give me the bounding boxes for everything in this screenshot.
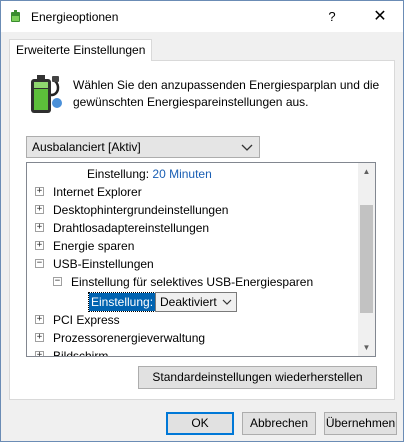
vertical-scrollbar[interactable]: ▲ ▼: [358, 163, 375, 356]
scroll-thumb[interactable]: [360, 205, 373, 313]
setting-label: Einstellung:: [87, 167, 150, 181]
expand-icon[interactable]: +: [35, 241, 44, 250]
power-plan-value: Ausbalanciert [Aktiv]: [32, 140, 141, 154]
usb-setting-value: Deaktiviert: [160, 295, 217, 309]
expand-icon[interactable]: +: [35, 205, 44, 214]
tree-item-wireless-adapter[interactable]: + Drahtlosadaptereinstellungen: [35, 219, 209, 237]
tree-item-label: USB-Einstellungen: [53, 257, 154, 271]
intro-text: Wählen Sie den anzupassenden Energiespar…: [73, 78, 380, 109]
scroll-up-icon[interactable]: ▲: [358, 163, 375, 180]
close-button[interactable]: ✕: [363, 4, 397, 29]
expand-icon[interactable]: +: [35, 351, 44, 356]
tree-item-processor-power[interactable]: + Prozessorenergieverwaltung: [35, 329, 205, 347]
chevron-down-icon: [241, 144, 253, 151]
tree-item-energy-saving[interactable]: + Energie sparen: [35, 237, 134, 255]
title-bar: Energieoptionen ? ✕: [1, 1, 403, 32]
window-title: Energieoptionen: [31, 10, 119, 24]
battery-plug-icon: [31, 75, 62, 113]
tree-item-usb-selective-suspend[interactable]: − Einstellung für selektives USB-Energie…: [53, 273, 313, 291]
collapse-icon[interactable]: −: [53, 277, 62, 286]
settings-tree[interactable]: Einstellung: 20 Minuten + Internet Explo…: [26, 162, 376, 357]
tree-item-display[interactable]: + Bildschirm: [35, 347, 109, 357]
collapse-icon[interactable]: −: [35, 259, 44, 268]
setting-value-link[interactable]: 20 Minuten: [152, 167, 211, 181]
energy-options-dialog: Energieoptionen ? ✕ Erweiterte Einstellu…: [0, 0, 404, 442]
apply-button[interactable]: Übernehmen: [324, 412, 397, 435]
tree-item-label: Einstellung für selektives USB-Energiesp…: [71, 275, 314, 289]
tree-item-label: Energie sparen: [53, 239, 135, 253]
expand-icon[interactable]: +: [35, 315, 44, 324]
tree-item-label: Desktophintergrundeinstellungen: [53, 203, 229, 217]
tree-item-pci-express[interactable]: + PCI Express: [35, 311, 120, 329]
tree-item-label: Internet Explorer: [53, 185, 142, 199]
tree-item-label: Drahtlosadaptereinstellungen: [53, 221, 210, 235]
expand-icon[interactable]: +: [35, 187, 44, 196]
restore-defaults-button[interactable]: Standardeinstellungen wiederherstellen: [138, 366, 377, 389]
usb-setting-select[interactable]: Deaktiviert: [155, 292, 237, 312]
usb-setting-label: Einstellung:: [87, 292, 157, 312]
power-options-icon: [11, 10, 20, 22]
ok-button[interactable]: OK: [166, 412, 234, 435]
tab-advanced-settings[interactable]: Erweiterte Einstellungen: [9, 39, 153, 61]
expand-icon[interactable]: +: [35, 333, 44, 342]
tree-item-desktop-background[interactable]: + Desktophintergrundeinstellungen: [35, 201, 228, 219]
scroll-down-icon[interactable]: ▼: [358, 339, 375, 356]
tree-item-label: Prozessorenergieverwaltung: [53, 331, 206, 345]
tree-item-label: Bildschirm: [53, 349, 109, 357]
cancel-button[interactable]: Abbrechen: [242, 412, 316, 435]
chevron-down-icon: [222, 299, 232, 305]
expand-icon[interactable]: +: [35, 223, 44, 232]
tree-item-label: PCI Express: [53, 313, 120, 327]
power-plan-select[interactable]: Ausbalanciert [Aktiv]: [26, 136, 260, 158]
tree-item-usb-settings[interactable]: − USB-Einstellungen: [35, 255, 154, 273]
tree-item-internet-explorer[interactable]: + Internet Explorer: [35, 183, 142, 201]
tree-setting-row: Einstellung: 20 Minuten: [87, 165, 212, 183]
help-button[interactable]: ?: [319, 4, 345, 29]
